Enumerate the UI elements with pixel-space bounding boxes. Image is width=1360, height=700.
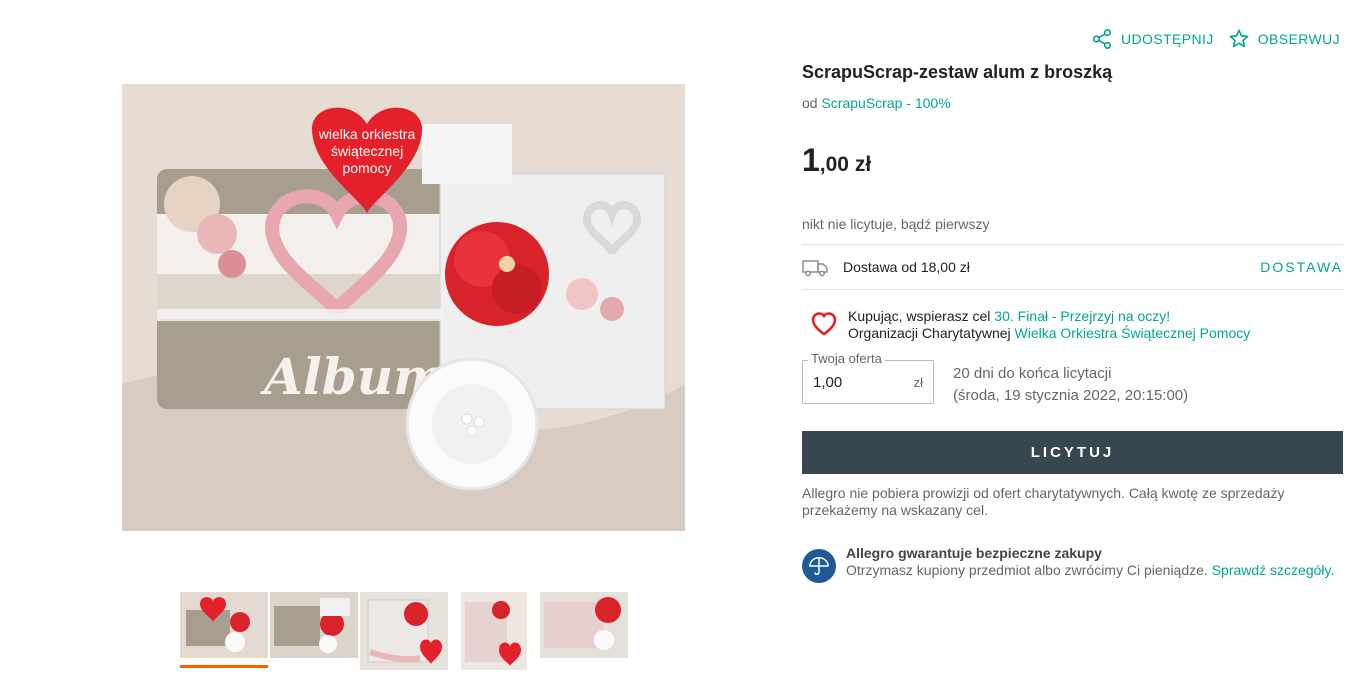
share-icon: [1092, 29, 1112, 49]
price-integer: 1: [802, 142, 820, 178]
guarantee-text-block: Allegro gwarantuje bezpieczne zakupy Otr…: [846, 545, 1334, 583]
product-photo: Album wielka orkiestraświątecznejpomocy: [122, 84, 685, 531]
price-decimal: ,00 zł: [819, 153, 872, 176]
charity-line1-prefix: Kupując, wspierasz cel: [848, 308, 991, 324]
share-label: UDOSTĘPNIJ: [1121, 31, 1214, 47]
delivery-price: Dostawa od 18,00 zł: [843, 259, 970, 275]
guarantee-text: Otrzymasz kupiony przedmiot albo zwrócim…: [846, 562, 1208, 578]
thumbnail-5[interactable]: [540, 592, 628, 658]
price: 1,00 zł: [802, 142, 871, 179]
charity-line2-prefix: Organizacji Charytatywnej: [848, 325, 1011, 341]
product-title: ScrapuScrap-zestaw alum z broszką: [802, 62, 1113, 82]
thumbnail-1[interactable]: [180, 592, 268, 658]
star-icon: [1229, 29, 1249, 48]
thumbnail-5-image: [540, 592, 628, 658]
heart-icon: [811, 312, 837, 336]
seller-info: od ScrapuScrap - 100%: [802, 95, 951, 111]
umbrella-icon: [802, 549, 836, 583]
badge-text-line: pomocy: [342, 160, 391, 176]
guarantee-title: Allegro gwarantuje bezpieczne zakupy: [846, 545, 1102, 561]
auction-remaining: 20 dni do końca licytacji: [953, 365, 1112, 382]
share-button[interactable]: UDOSTĘPNIJ: [1091, 28, 1214, 50]
seller-prefix: od: [802, 95, 818, 111]
charity-org-link[interactable]: Wielka Orkiestra Świątecznej Pomocy: [1015, 325, 1251, 341]
badge-text-line: świątecznej: [331, 143, 403, 159]
thumbnail-4[interactable]: [461, 592, 527, 670]
thumbnail-3-image: [360, 592, 448, 670]
offer-label: Twoja oferta: [808, 351, 885, 366]
charity-goal-link[interactable]: 30. Finał - Przejrzyj na oczy!: [994, 308, 1170, 324]
divider: [802, 244, 1343, 245]
seller-link[interactable]: ScrapuScrap - 100%: [821, 95, 950, 111]
main-product-image[interactable]: Album wielka orkiestra świątecznej pomocy: [122, 84, 685, 531]
thumbnail-2[interactable]: [270, 592, 358, 658]
auction-end-date: (środa, 19 stycznia 2022, 20:15:00): [953, 387, 1189, 404]
guarantee-details-link[interactable]: Sprawdź szczegóły.: [1212, 562, 1335, 578]
auction-end: 20 dni do końca licytacji (środa, 19 sty…: [953, 363, 1188, 407]
active-thumbnail-indicator: [180, 665, 268, 668]
watch-button[interactable]: OBSERWUJ: [1228, 28, 1340, 50]
thumbnail-2-image: [270, 592, 358, 658]
charity-info: Kupując, wspierasz cel 30. Finał - Przej…: [810, 308, 1250, 342]
offer-input[interactable]: [813, 373, 893, 391]
watch-label: OBSERWUJ: [1257, 31, 1340, 47]
charity-commission-note: Allegro nie pobiera prowizji od ofert ch…: [802, 485, 1285, 518]
delivery-row: Dostawa od 18,00 zł DOSTAWA: [802, 252, 1343, 282]
offer-field[interactable]: zł: [802, 360, 934, 404]
bids-status: nikt nie licytuje, bądź pierwszy: [802, 216, 990, 232]
thumbnail-3[interactable]: [360, 592, 448, 670]
badge-text-line: wielka orkiestra: [318, 126, 416, 142]
product-page: Album wielka orkiestra świątecznej pomocy: [0, 0, 1360, 700]
offer-currency: zł: [913, 374, 923, 390]
top-actions: UDOSTĘPNIJ OBSERWUJ: [1091, 28, 1340, 50]
truck-icon: [802, 260, 828, 277]
thumbnail-1-image: [180, 592, 268, 658]
guarantee-info: Allegro gwarantuje bezpieczne zakupy Otr…: [802, 545, 1343, 583]
bid-button[interactable]: LICYTUJ: [802, 431, 1343, 474]
delivery-link[interactable]: DOSTAWA: [1260, 259, 1343, 275]
charity-text: Kupując, wspierasz cel 30. Finał - Przej…: [848, 308, 1250, 342]
thumbnail-4-image: [461, 592, 527, 670]
divider: [802, 289, 1343, 290]
